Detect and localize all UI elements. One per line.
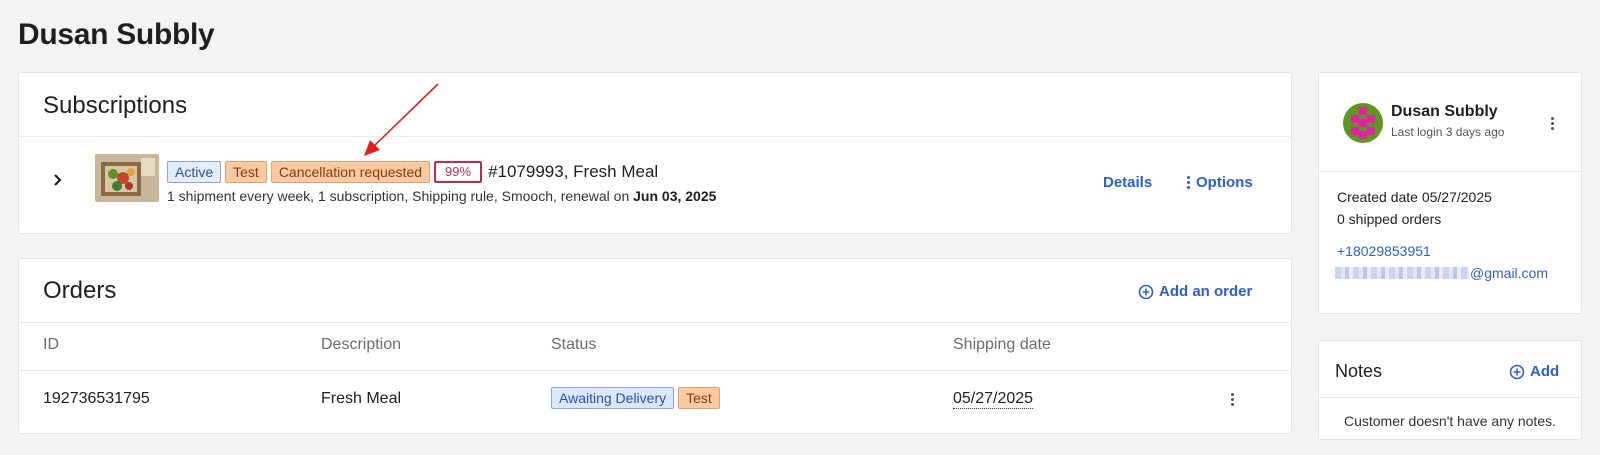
status-badge-test: Test [678,387,720,409]
divider [19,322,1291,323]
annotation-arrow [364,83,439,156]
options-label: Options [1196,174,1253,191]
created-date: Created date 05/27/2025 [1337,189,1492,205]
notes-title: Notes [1335,361,1383,381]
subscriptions-title: Subscriptions [43,92,188,119]
percent-badge: 99% [434,161,483,183]
plus-circle-icon [1138,284,1154,299]
status-badge-awaiting: Awaiting Delivery [551,387,675,409]
shipping-date-value: 05/27/2025 [953,390,1034,409]
customer-menu-icon[interactable] [1551,117,1554,130]
divider [1319,397,1581,398]
column-header-status[interactable]: Status [551,336,596,354]
subscriptions-card: Subscriptions Active Test Cancellation r… [18,72,1292,234]
chevron-right-icon[interactable] [51,173,65,187]
details-button[interactable]: Details [1103,174,1152,191]
customer-phone[interactable]: +18029853951 [1337,243,1431,259]
last-login: Last login 3 days ago [1391,125,1505,139]
options-button[interactable]: Options [1187,174,1253,191]
status-badge-cancellation: Cancellation requested [270,161,431,183]
avatar [1343,103,1383,143]
divider [19,136,1291,137]
email-domain: @gmail.com [1470,265,1549,281]
subscription-header: Active Test Cancellation requested 99% #… [167,161,658,183]
order-description: Fresh Meal [321,390,402,407]
row-menu-icon[interactable] [1231,393,1234,406]
order-id[interactable]: 192736531795 [43,390,150,408]
status-badge-active: Active [167,161,222,183]
add-order-button[interactable]: Add an order [1138,283,1252,300]
customer-name: Dusan Subbly [1391,103,1498,120]
notes-card: Notes Add Customer doesn't have any note… [1318,340,1582,440]
vertical-dots-icon [1187,176,1190,189]
column-header-description[interactable]: Description [321,336,401,354]
status-badge-test: Test [225,161,267,183]
customer-email[interactable]: @gmail.com [1335,265,1548,281]
divider [19,370,1291,371]
renewal-date: Jun 03, 2025 [633,188,717,204]
redacted-email [1335,267,1469,279]
add-note-label: Add [1530,363,1560,380]
notes-empty-text: Customer doesn't have any notes. [1343,413,1557,429]
shipped-orders: 0 shipped orders [1337,211,1442,227]
column-header-shipping-date[interactable]: Shipping date [953,336,1051,354]
subscription-name[interactable]: #1079993, Fresh Meal [488,162,658,182]
plus-circle-icon [1509,364,1525,379]
add-order-label: Add an order [1159,283,1253,300]
order-shipping-date: 05/27/2025 [953,390,1034,409]
order-status: Awaiting Delivery Test [551,387,720,409]
orders-title: Orders [43,277,117,304]
subscription-summary: 1 shipment every week, 1 subscription, S… [167,188,716,204]
add-note-button[interactable]: Add [1509,363,1559,380]
divider [1319,171,1581,172]
subscription-summary-text: 1 shipment every week, 1 subscription, S… [167,188,630,204]
orders-card: Orders Add an order ID Description Statu… [18,258,1292,434]
customer-card: Dusan Subbly Last login 3 days ago Creat… [1318,72,1582,314]
page-title: Dusan Subbly [18,18,215,51]
column-header-id[interactable]: ID [43,336,59,354]
subscription-thumbnail [95,154,159,202]
